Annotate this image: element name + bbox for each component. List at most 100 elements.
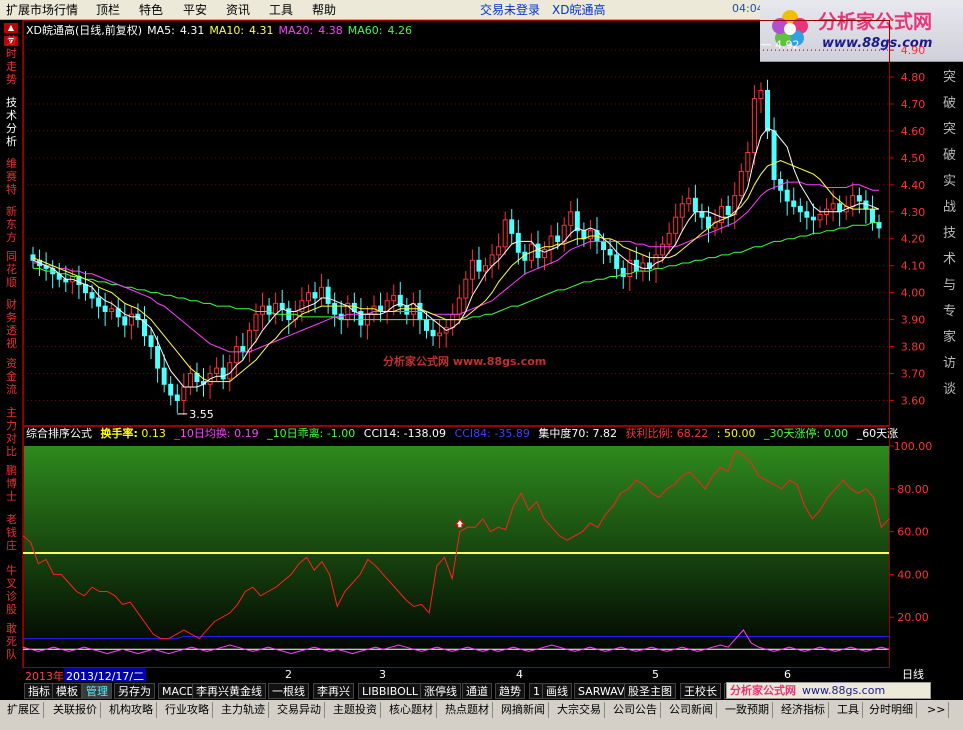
bottom-tab-3[interactable]: 行业攻略 [162,702,213,718]
toolbar-btn-0[interactable]: 指标 [24,683,54,699]
candle-body [312,292,318,299]
candle-body [122,316,128,326]
bottom-tab-0[interactable]: 扩展区 [4,702,44,718]
menu-special[interactable]: 特色 [139,2,163,18]
bottom-tab-16[interactable]: 分时明细 [866,702,917,718]
month-tick-4: 4 [516,668,523,681]
toolbar-btn-7[interactable]: 李再兴 [313,683,354,699]
candle-body [850,195,856,207]
candle-body [686,197,692,205]
price-tick-label: 4.80 [901,71,926,84]
sidebar-tab-8[interactable]: 鹏博士 [1,464,22,503]
candle-body [614,254,620,269]
toolbar-btn-6[interactable]: 一根线 [268,683,309,699]
toolbar-btn-2[interactable]: 管理 [82,683,112,699]
sidebar-tab-4[interactable]: 同花顺 [1,250,22,289]
chart-watermark: 分析家公式网 www.88gs.com [383,355,547,368]
toolbar-btn-8[interactable]: LIBBIBOLL [358,683,422,699]
toolbar-btn-5[interactable]: 李再兴黄金线 [192,683,266,699]
menu-pingan[interactable]: 平安 [183,2,207,18]
sidebar-tab-0[interactable]: 分时走势 [1,34,22,86]
menu-extend[interactable]: 扩展 [6,2,30,18]
arrow-up-icon[interactable]: ▲ [4,23,18,33]
bottom-tab-17[interactable]: >> [924,702,950,718]
bottom-tab-10[interactable]: 大宗交易 [554,702,605,718]
bottom-watermark: 分析家公式网 www.88gs.com [726,682,931,699]
chart-canvas[interactable]: 4.92 3.55 3.60 3.70 3.80 3.90 4.00 4.10 4.20 4.3… [23,20,963,668]
candle-body [463,278,469,299]
bottom-tab-8[interactable]: 热点题材 [442,702,493,718]
sidebar-tab-5[interactable]: 财务透视 [1,298,22,350]
bottom-tab-4[interactable]: 主力轨迹 [218,702,269,718]
price-tick-label: 4.90 [901,44,926,57]
candle-body [371,305,377,315]
candle-body [476,259,482,272]
candle-body [758,90,764,100]
menu-topbar[interactable]: 顶栏 [96,2,120,18]
bottom-tab-14[interactable]: 经济指标 [778,702,829,718]
period-label[interactable]: 日线 [902,666,924,682]
right-banner-char: 实 [943,174,957,189]
menu-tools[interactable]: 工具 [269,2,293,18]
toolbar-btn-10[interactable]: 通道 [462,683,492,699]
bottom-tab-9[interactable]: 网摘新闻 [498,702,549,718]
ind-tick-label: 20.00 [897,611,929,624]
sidebar-tab-7[interactable]: 主力对比 [1,406,22,458]
bottom-tab-15[interactable]: 工具 [834,702,863,718]
bottom-tab-6[interactable]: 主题投资 [330,702,381,718]
candle-body [555,235,561,242]
bottom-tab-1[interactable]: 关联报价 [50,702,101,718]
month-tick-2: 2 [285,668,292,681]
bottom-tab-2[interactable]: 机构攻略 [106,702,157,718]
bottom-tab-13[interactable]: 一致预期 [722,702,773,718]
sidebar-tab-10[interactable]: 牛叉诊股 [1,564,22,616]
bottom-tab-7[interactable]: 核心题材 [386,702,437,718]
candle-body [155,346,161,369]
bottom-tab-11[interactable]: 公司公告 [610,702,661,718]
month-tick-5: 5 [652,668,659,681]
menu-help[interactable]: 帮助 [312,2,336,18]
candle-body [148,335,154,348]
candle-body [279,302,285,310]
toolbar-btn-1[interactable]: 模板 [52,683,82,699]
low-label: 3.55 [189,408,214,421]
candle-body [810,216,816,221]
candle-body [96,297,102,307]
bottom-tab-bar: 扩展区 关联报价 机构攻略 行业攻略 主力轨迹 交易异动 主题投资 核心题材 热点题材 网摘新闻大… [0,700,963,730]
sidebar-tab-1[interactable]: 技术分析 [1,96,22,148]
price-tick-label: 4.30 [901,206,926,219]
candle-body [548,235,554,251]
bottom-tab-12[interactable]: 公司新闻 [666,702,717,718]
menu-market[interactable]: 市场行情 [30,2,78,18]
candle-body [260,305,266,315]
candle-body [423,319,429,331]
toolbar-btn-15[interactable]: 股圣主图 [624,683,676,699]
menu-news[interactable]: 资讯 [226,2,250,18]
sidebar-tab-6[interactable]: 资金流 [1,357,22,396]
candle-body [692,197,698,213]
sidebar-tab-11[interactable]: 敢死队 [1,622,22,661]
price-tick-label: 4.70 [901,98,926,111]
month-tick-6: 6 [784,668,791,681]
sidebar-tab-3[interactable]: 新东方 [1,205,22,244]
candle-body [181,386,187,401]
toolbar-btn-13[interactable]: 画线 [542,683,572,699]
candle-body [266,305,272,315]
toolbar-btn-9[interactable]: 涨停线 [420,683,461,699]
right-banner-char: 访 [943,356,957,371]
ind-tick-label: 100.00 [894,440,933,453]
sidebar-tab-2[interactable]: 维赛特 [1,157,22,196]
candle-body [319,286,325,299]
toolbar-btn-16[interactable]: 王校长 [680,683,721,699]
toolbar-btn-11[interactable]: 趋势 [495,683,525,699]
price-tick-label: 4.00 [901,287,926,300]
right-banner-char: 战 [943,200,957,215]
candle-body [227,362,233,380]
login-status[interactable]: 交易未登录 [480,2,540,18]
candle-body [581,230,587,240]
right-banner-char: 家 [943,330,957,345]
candle-body [82,284,88,294]
bottom-tab-5[interactable]: 交易异动 [274,702,325,718]
sidebar-tab-9[interactable]: 老钱庄 [1,513,22,552]
toolbar-btn-3[interactable]: 另存为 [114,683,155,699]
